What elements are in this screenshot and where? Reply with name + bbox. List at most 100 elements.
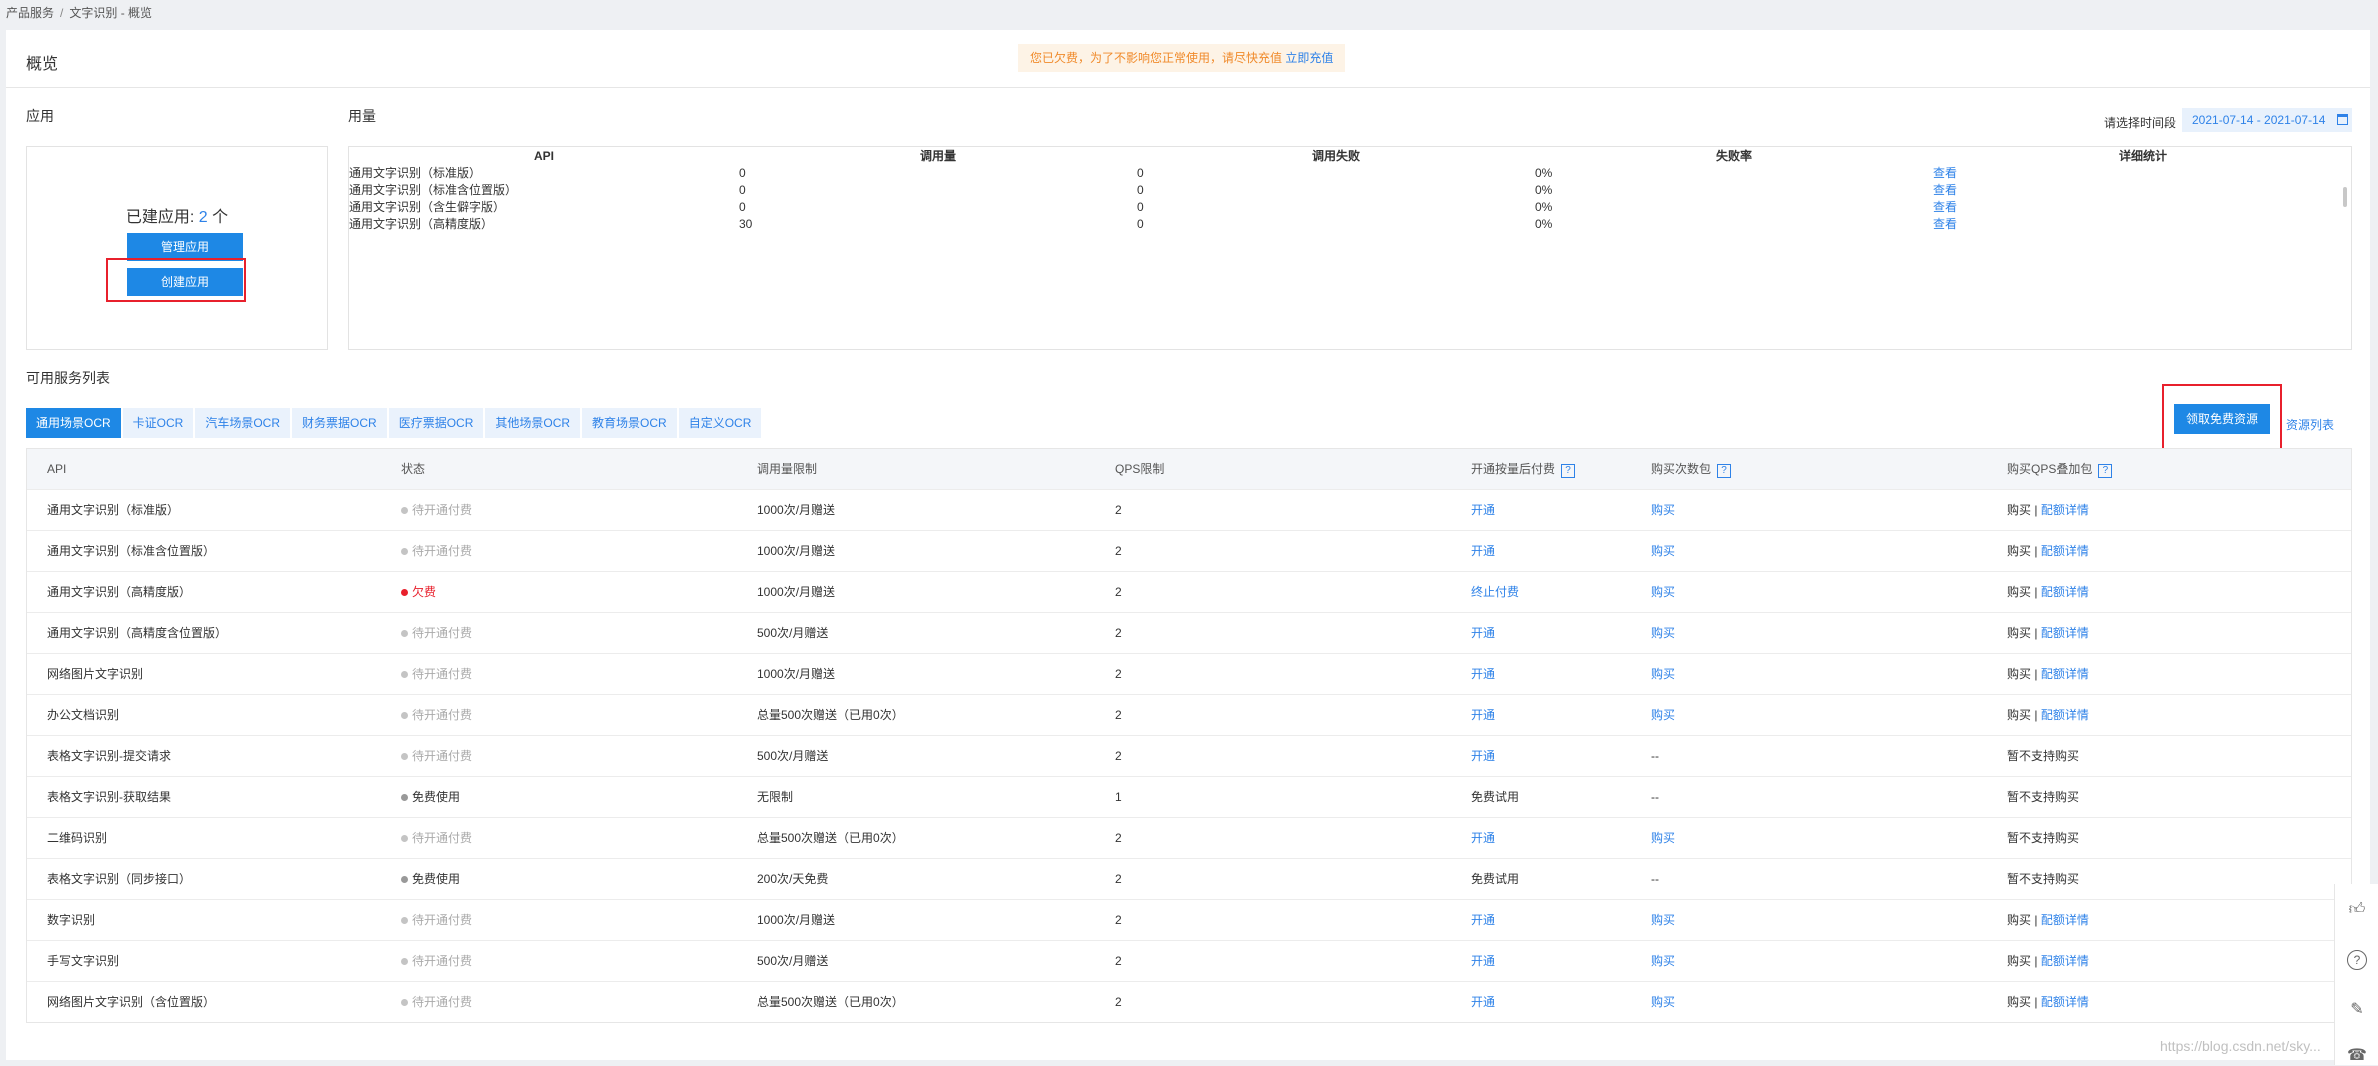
usage-api-cell: 通用文字识别（高精度版） xyxy=(349,217,494,231)
qps-buy-text[interactable]: 购买 xyxy=(2007,544,2031,558)
recharge-link[interactable]: 立即充值 xyxy=(1285,51,1333,65)
postpay-action[interactable]: 终止付费 xyxy=(1471,585,1519,599)
headset-icon[interactable]: ☎ xyxy=(2347,1046,2367,1066)
date-range-picker[interactable]: 2021-07-14 - 2021-07-14 xyxy=(2182,108,2352,132)
qps-buy-text[interactable]: 购买 xyxy=(2007,995,2031,1009)
status-text: 待开通付费 xyxy=(412,544,473,558)
service-pack-cell: -- xyxy=(1631,734,1987,776)
quota-detail-link[interactable]: 配额详情 xyxy=(2041,708,2089,722)
qps-buy-text[interactable]: 购买 xyxy=(2007,667,2031,681)
service-tab[interactable]: 卡证OCR xyxy=(122,408,194,438)
qps-buy-text[interactable]: 购买 xyxy=(2007,626,2031,640)
status-dot-icon xyxy=(401,794,408,801)
service-qps-cell: 2 xyxy=(1095,857,1451,899)
service-tab[interactable]: 通用场景OCR xyxy=(26,408,121,438)
postpay-action[interactable]: 开通 xyxy=(1471,667,1495,681)
service-row: 表格文字识别-提交请求 待开通付费 500次/月赠送 2 开通 -- 暂不支持购买 xyxy=(27,734,2351,776)
postpay-action[interactable]: 开通 xyxy=(1471,708,1495,722)
status-dot-icon xyxy=(401,958,408,965)
postpay-action[interactable]: 开通 xyxy=(1471,749,1495,763)
view-detail-link[interactable]: 查看 xyxy=(1933,217,1957,231)
postpay-action[interactable]: 开通 xyxy=(1471,544,1495,558)
service-limit-cell: 500次/月赠送 xyxy=(737,939,1095,981)
usage-fails-cell: 0 xyxy=(1137,165,1144,180)
help-icon[interactable]: ? xyxy=(1717,463,1732,478)
status-text: 待开通付费 xyxy=(412,831,473,845)
calendar-icon[interactable] xyxy=(2337,114,2348,125)
breadcrumb-root[interactable]: 产品服务 xyxy=(6,6,54,20)
usage-scrollbar[interactable] xyxy=(2343,187,2347,207)
quota-detail-link[interactable]: 配额详情 xyxy=(2041,995,2089,1009)
service-qps-cell: 2 xyxy=(1095,980,1451,1022)
service-pack-cell: 购买 xyxy=(1631,488,1987,530)
quota-detail-link[interactable]: 配额详情 xyxy=(2041,913,2089,927)
service-qps-pack-cell: 暂不支持购买 xyxy=(1987,734,2351,776)
postpay-action[interactable]: 开通 xyxy=(1471,503,1495,517)
service-tab[interactable]: 自定义OCR xyxy=(678,408,762,438)
qps-buy-text[interactable]: 购买 xyxy=(2007,708,2031,722)
buy-pack-link[interactable]: 购买 xyxy=(1651,626,1675,640)
service-postpay-cell: 开通 xyxy=(1451,734,1631,776)
service-limit-cell: 总量500次赠送（已用0次） xyxy=(737,980,1095,1022)
arrears-notice: 您已欠费，为了不影响您正常使用，请尽快充值 立即充值 xyxy=(1018,44,1346,72)
service-tab[interactable]: 教育场景OCR xyxy=(582,408,677,438)
service-tab[interactable]: 汽车场景OCR xyxy=(195,408,291,438)
postpay-action[interactable]: 开通 xyxy=(1471,831,1495,845)
postpay-action[interactable]: 开通 xyxy=(1471,995,1495,1009)
buy-pack-link[interactable]: 购买 xyxy=(1651,954,1675,968)
buy-pack-link[interactable]: 购买 xyxy=(1651,913,1675,927)
quota-detail-link[interactable]: 配额详情 xyxy=(2041,626,2089,640)
view-detail-link[interactable]: 查看 xyxy=(1933,166,1957,180)
qps-buy-text[interactable]: 购买 xyxy=(2007,913,2031,927)
qps-buy-text[interactable]: 购买 xyxy=(2007,585,2031,599)
postpay-action[interactable]: 开通 xyxy=(1471,913,1495,927)
service-postpay-cell: 免费试用 xyxy=(1451,857,1631,899)
qps-buy-text[interactable]: 购买 xyxy=(2007,503,2031,517)
buy-pack-link[interactable]: 购买 xyxy=(1651,708,1675,722)
buy-pack-link[interactable]: 购买 xyxy=(1651,831,1675,845)
qps-separator: | xyxy=(2031,667,2041,681)
status-text: 待开通付费 xyxy=(412,667,473,681)
usage-rate-cell: 0% xyxy=(1535,182,1553,197)
help-icon[interactable]: ? xyxy=(2098,463,2113,478)
service-postpay-cell: 开通 xyxy=(1451,488,1631,530)
resource-list-link[interactable]: 资源列表 xyxy=(2286,416,2334,433)
edit-icon[interactable]: ✎ xyxy=(2347,1000,2367,1020)
service-postpay-cell: 开通 xyxy=(1451,611,1631,653)
quota-detail-link[interactable]: 配额详情 xyxy=(2041,503,2089,517)
service-tab[interactable]: 医疗票据OCR xyxy=(388,408,484,438)
service-tab[interactable]: 其他场景OCR xyxy=(485,408,581,438)
question-icon[interactable]: ? xyxy=(2347,950,2367,970)
postpay-action[interactable]: 开通 xyxy=(1471,626,1495,640)
quota-detail-link[interactable]: 配额详情 xyxy=(2041,954,2089,968)
qps-separator: | xyxy=(2031,544,2041,558)
service-row: 数字识别 待开通付费 1000次/月赠送 2 开通 购买 购买 | 配额详情 xyxy=(27,898,2351,940)
status-dot-icon xyxy=(401,548,408,555)
svc-col-status: 状态 xyxy=(381,449,737,489)
usage-row: 通用文字识别（高精度版） 30 0 0% 查看 xyxy=(349,215,2351,232)
service-tab[interactable]: 财务票据OCR xyxy=(292,408,387,438)
buy-pack-link[interactable]: 购买 xyxy=(1651,667,1675,681)
manage-apps-button[interactable]: 管理应用 xyxy=(127,233,243,261)
postpay-action[interactable]: 开通 xyxy=(1471,954,1495,968)
buy-pack-link[interactable]: 购买 xyxy=(1651,503,1675,517)
quota-detail-link[interactable]: 配额详情 xyxy=(2041,667,2089,681)
view-detail-link[interactable]: 查看 xyxy=(1933,183,1957,197)
qps-buy-text[interactable]: 购买 xyxy=(2007,954,2031,968)
services-table: API 状态 调用量限制 QPS限制 开通按量后付费? 购买次数包? 购买QPS… xyxy=(27,449,2351,1022)
thumbs-up-icon[interactable]: 👍︎ xyxy=(2347,900,2367,920)
quota-detail-link[interactable]: 配额详情 xyxy=(2041,585,2089,599)
buy-pack-link[interactable]: 购买 xyxy=(1651,995,1675,1009)
buy-pack-link[interactable]: 购买 xyxy=(1651,585,1675,599)
quota-detail-link[interactable]: 配额详情 xyxy=(2041,544,2089,558)
service-pack-cell: 购买 xyxy=(1631,529,1987,571)
service-pack-cell: 购买 xyxy=(1631,611,1987,653)
service-qps-pack-cell: 暂不支持购买 xyxy=(1987,857,2351,899)
help-icon[interactable]: ? xyxy=(1561,463,1576,478)
view-detail-link[interactable]: 查看 xyxy=(1933,200,1957,214)
service-qps-cell: 2 xyxy=(1095,529,1451,571)
service-postpay-cell: 开通 xyxy=(1451,816,1631,858)
service-qps-cell: 2 xyxy=(1095,693,1451,735)
usage-table: API 调用量 调用失败 失败率 详细统计 通用文字识别（标准版） 0 0 0% 查看通… xyxy=(349,147,2351,232)
buy-pack-link[interactable]: 购买 xyxy=(1651,544,1675,558)
